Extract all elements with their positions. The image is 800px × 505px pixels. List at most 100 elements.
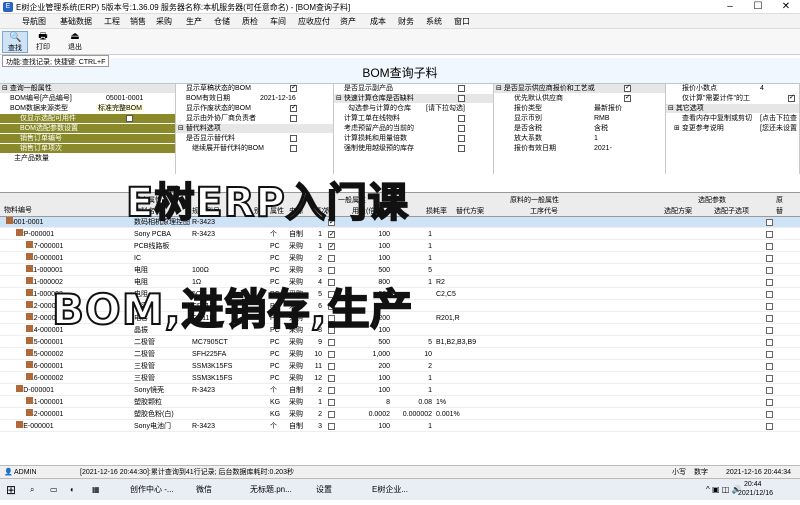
row-checkbox[interactable]: [328, 339, 335, 346]
property-row[interactable]: 仅显示选配可用件: [0, 114, 175, 123]
property-row[interactable]: BOM编号[产品编号] 05001-0001: [0, 94, 175, 103]
menu-item[interactable]: 工程: [104, 16, 120, 27]
table-row[interactable]: 12P-000001Sony PCBAR-3423个自制11001: [0, 229, 800, 240]
taskbar-item[interactable]: 微信: [196, 482, 212, 498]
row-checkbox[interactable]: [328, 255, 335, 262]
table-row[interactable]: 11D-000001 Sony镜壳 R-3423 个自制 2 100 1: [0, 385, 800, 396]
menu-item[interactable]: 基础数据: [60, 16, 92, 27]
print-button[interactable]: 🖶 打印: [30, 31, 56, 53]
row-option-checkbox[interactable]: [766, 399, 773, 406]
row-option-checkbox[interactable]: [766, 387, 773, 394]
property-row[interactable]: 是否含税 含税: [494, 124, 665, 133]
row-option-checkbox[interactable]: [766, 363, 773, 370]
property-row[interactable]: 是否显示副产品: [334, 84, 493, 93]
menu-item[interactable]: 应收应付: [298, 16, 330, 27]
table-row[interactable]: 216-000002 三极管 SSM3K15FS PC 采购 12 100 1: [0, 373, 800, 384]
row-checkbox[interactable]: [328, 375, 335, 382]
property-row[interactable]: 勾选参与计算的仓库 [请下拉勾选]: [334, 104, 493, 113]
property-row[interactable]: 是否显示替代料: [176, 134, 333, 143]
property-row[interactable]: 计算工单在线物料: [334, 114, 493, 123]
maximize-button[interactable]: ☐: [744, 0, 772, 14]
property-row[interactable]: BOM数据来源类型 标准完整BOM: [0, 104, 175, 113]
property-row[interactable]: 销售订单项次: [0, 144, 175, 153]
property-row[interactable]: 仅计算"需要计件"的工: [666, 93, 799, 103]
task-view-icon[interactable]: ▭: [50, 482, 58, 498]
menu-item[interactable]: 财务: [398, 16, 414, 27]
property-row[interactable]: BOM选配参数设置: [0, 124, 175, 133]
tray-icons[interactable]: ^ ▣ ◫ 🔊: [706, 482, 742, 498]
row-checkbox[interactable]: [328, 229, 335, 240]
property-row[interactable]: 放大系数 1: [494, 134, 665, 143]
property-row[interactable]: 显示由外协厂商负责者: [176, 114, 333, 123]
row-checkbox[interactable]: [328, 387, 335, 394]
property-row[interactable]: 显示币别 RMB: [494, 114, 665, 123]
row-option-checkbox[interactable]: [766, 267, 773, 274]
row-option-checkbox[interactable]: [766, 351, 773, 358]
property-row[interactable]: 显示作废状态的BOM: [176, 103, 333, 113]
row-checkbox[interactable]: [328, 399, 335, 406]
group-header[interactable]: ⊟ 快速计算仓库是否缺料: [334, 94, 493, 103]
minimize-button[interactable]: –: [716, 0, 744, 14]
property-row[interactable]: 计算损耗和用量倍数: [334, 134, 493, 143]
row-checkbox[interactable]: [328, 423, 335, 430]
windows-start-icon[interactable]: ⊞: [6, 482, 16, 498]
edge-icon[interactable]: ◐: [70, 482, 75, 498]
menu-item[interactable]: 车间: [270, 16, 286, 27]
row-checkbox[interactable]: [328, 267, 335, 274]
property-row[interactable]: 报价小数点 4: [666, 84, 799, 93]
property-row[interactable]: 考虑预留产品的当前的: [334, 124, 493, 133]
property-row[interactable]: 强制使用越级预的库存: [334, 144, 493, 153]
close-button[interactable]: ✕: [772, 0, 800, 14]
menu-item[interactable]: 成本: [370, 16, 386, 27]
row-option-checkbox[interactable]: [766, 219, 773, 226]
row-option-checkbox[interactable]: [766, 411, 773, 418]
search-icon[interactable]: ⌕: [30, 482, 34, 498]
group-header[interactable]: ⊟ 是否显示供应商报价和工艺或: [494, 84, 665, 93]
property-row[interactable]: BOM有效日期 2021-12-16: [176, 94, 333, 103]
table-row[interactable]: 11E-000001 Sony电池门 R-3423 个自制 3 100 1: [0, 421, 800, 432]
row-checkbox[interactable]: [328, 363, 335, 370]
row-option-checkbox[interactable]: [766, 339, 773, 346]
exit-button[interactable]: ⏏ 退出: [62, 31, 88, 53]
taskbar-item[interactable]: 设置: [316, 482, 332, 498]
table-row[interactable]: 241-000001 塑胶颗粒 KG 采购 1 8 0.08 1%: [0, 397, 800, 408]
row-option-checkbox[interactable]: [766, 291, 773, 298]
row-option-checkbox[interactable]: [766, 327, 773, 334]
menu-item[interactable]: 采购: [156, 16, 172, 27]
search-button[interactable]: 🔍 查找: [2, 31, 28, 53]
row-option-checkbox[interactable]: [766, 231, 773, 238]
row-option-checkbox[interactable]: [766, 315, 773, 322]
property-row[interactable]: 显示草稿状态的BOM: [176, 84, 333, 93]
row-option-checkbox[interactable]: [766, 279, 773, 286]
table-row[interactable]: 215-000001 二极管 MC7905CT PC 采购 9 500 5 B1,B2,B3,B…: [0, 337, 800, 348]
menu-item[interactable]: 仓储: [214, 16, 230, 27]
menu-item[interactable]: 生产: [186, 16, 202, 27]
property-row[interactable]: ⊞ 变更参考说明 [您还未设置: [666, 124, 799, 133]
property-row[interactable]: 查看内存中复制或剪切 [点击下拉查: [666, 114, 799, 123]
property-row[interactable]: 优先默认供应商: [494, 93, 665, 103]
clock-date[interactable]: 2021/12/16: [738, 489, 773, 505]
menu-item[interactable]: 窗口: [454, 16, 470, 27]
table-row[interactable]: 216-000001 三极管 SSM3K15FS PC 采购 11 200 2: [0, 361, 800, 372]
row-option-checkbox[interactable]: [766, 303, 773, 310]
taskbar-item[interactable]: 无标题.pn...: [250, 482, 292, 498]
property-row[interactable]: 继续展开替代料的BOM: [176, 144, 333, 153]
table-row[interactable]: 215-000002 二极管 SFH225FA PC 采购 10 1,000 10: [0, 349, 800, 360]
row-option-checkbox[interactable]: [766, 423, 773, 430]
row-checkbox[interactable]: [328, 411, 335, 418]
row-option-checkbox[interactable]: [766, 255, 773, 262]
row-checkbox[interactable]: [328, 351, 335, 358]
table-row[interactable]: 242-000001 塑胶色粉(白) KG 采购 2 0.0002 0.000002 0.00…: [0, 409, 800, 420]
table-row[interactable]: 210-000001 IC PC 采购 2 100 1: [0, 253, 800, 264]
row-checkbox[interactable]: [328, 241, 335, 252]
menu-item[interactable]: 导航图: [22, 16, 46, 27]
property-row[interactable]: 报价有效日期 2021-: [494, 144, 665, 153]
property-row[interactable]: 报价类型 最新报价: [494, 104, 665, 113]
menu-item[interactable]: 质检: [242, 16, 258, 27]
property-row[interactable]: 主产品数量: [0, 154, 175, 163]
table-row[interactable]: 217-000001PCB线路板PC采购11001: [0, 241, 800, 252]
menu-item[interactable]: 系统: [426, 16, 442, 27]
table-row[interactable]: 211-000001 电阻 100Ω PC 采购 3 500 5: [0, 265, 800, 276]
menu-item[interactable]: 资产: [340, 16, 356, 27]
menu-item[interactable]: 销售: [130, 16, 146, 27]
